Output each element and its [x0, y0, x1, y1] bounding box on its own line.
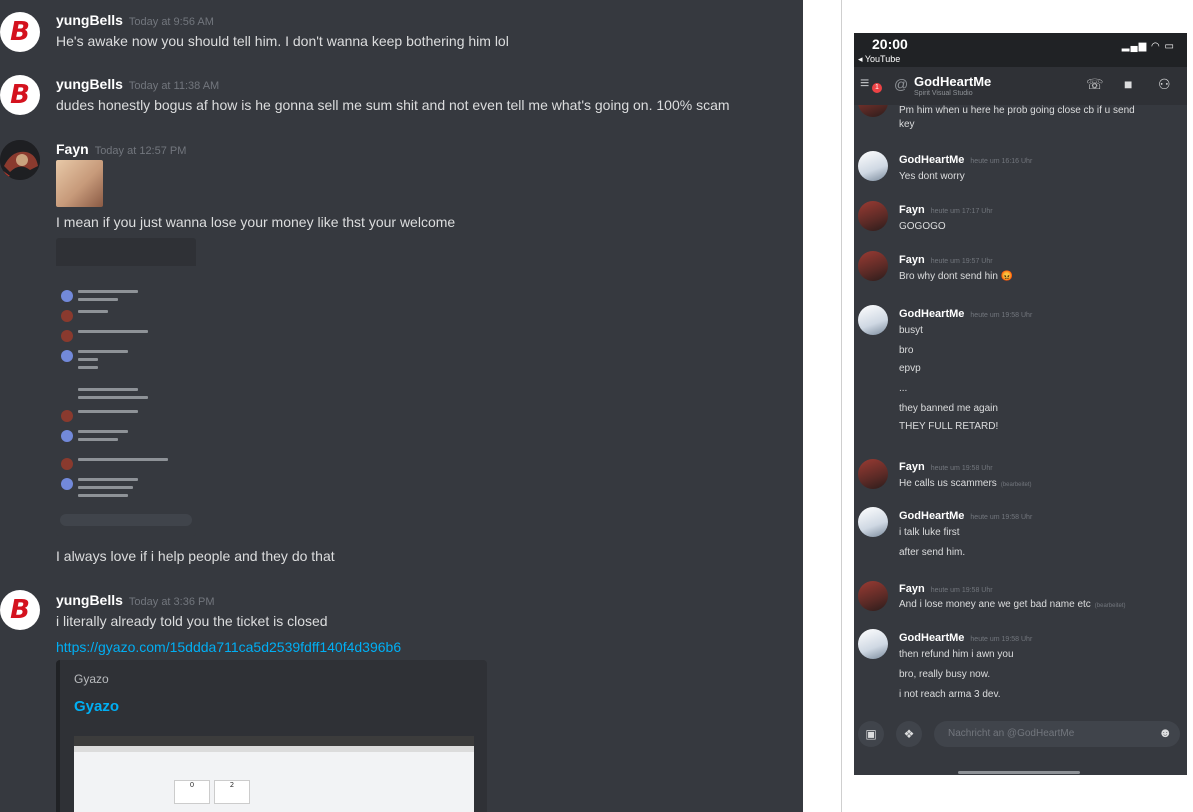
message-timestamp: heute um 19:58 Uhr	[970, 636, 1033, 643]
message-text: i literally already told you the ticket …	[56, 613, 328, 629]
message-text: Bro why dont send hin 😡	[899, 271, 1014, 282]
avatar[interactable]: B	[0, 75, 40, 115]
avatar[interactable]	[858, 201, 888, 231]
avatar[interactable]: B	[0, 12, 40, 52]
message-author[interactable]: GodHeartMe heute um 19:58 Uhr	[899, 308, 1032, 320]
avatar[interactable]	[858, 305, 888, 335]
message-text: epvp	[899, 363, 921, 374]
message-composer: ▣ ❖ Nachricht an @GodHeartMe ☻	[854, 717, 1187, 775]
message-author[interactable]: yungBells Today at 11:38 AM	[56, 76, 219, 92]
message-timestamp: Today at 9:56 AM	[128, 16, 214, 28]
message-timestamp: heute um 16:16 Uhr	[970, 158, 1033, 165]
bridgestone-logo-icon: B	[10, 80, 30, 110]
avatar[interactable]	[858, 151, 888, 181]
message-author[interactable]: Fayn heute um 19:58 Uhr	[899, 583, 993, 595]
message-timestamp: Today at 12:57 PM	[94, 145, 187, 157]
avatar[interactable]	[0, 140, 40, 180]
embed-image[interactable]: 0 2	[74, 736, 474, 812]
message-text: bro	[899, 345, 914, 356]
message-timestamp: heute um 19:58 Uhr	[970, 514, 1033, 521]
edited-label: (bearbeitet)	[1000, 482, 1032, 488]
input-placeholder: Nachricht an @GodHeartMe	[948, 728, 1075, 739]
message-text: And i lose money ane we get bad name etc…	[899, 599, 1126, 610]
channel-name[interactable]: GodHeartMe	[914, 74, 991, 89]
message-timestamp: heute um 19:57 Uhr	[930, 258, 993, 265]
message-text: then refund him i awn you	[899, 649, 1014, 660]
back-to-youtube[interactable]: ◂ YouTube	[858, 54, 900, 65]
avatar[interactable]	[858, 507, 888, 537]
message-timestamp: Today at 3:36 PM	[128, 596, 215, 608]
message-timestamp: Today at 11:38 AM	[128, 80, 220, 92]
message-text: dudes honestly bogus af how is he gonna …	[56, 97, 730, 113]
bridgestone-logo-icon: B	[10, 17, 30, 47]
message-text: after send him.	[899, 547, 966, 558]
message-text: I always love if i help people and they …	[56, 548, 335, 564]
message-author[interactable]: Fayn heute um 19:58 Uhr	[899, 461, 993, 473]
menu-icon[interactable]: ≡	[860, 75, 869, 93]
message-text: GOGOGO	[899, 221, 946, 232]
members-icon[interactable]: ⚇	[1158, 76, 1171, 93]
link-embed: Gyazo Gyazo 0 2	[56, 660, 487, 812]
message-author[interactable]: GodHeartMe heute um 19:58 Uhr	[899, 510, 1032, 522]
message-author[interactable]: Fayn heute um 19:57 Uhr	[899, 254, 993, 266]
embed-title[interactable]: Gyazo	[74, 698, 119, 715]
at-icon: @	[894, 76, 909, 92]
edited-label: (bearbeitet)	[1094, 603, 1126, 609]
message-timestamp: heute um 19:58 Uhr	[930, 587, 993, 594]
fayn-avatar-icon	[0, 140, 40, 180]
gyazo-link[interactable]: https://gyazo.com/15ddda711ca5d2539fdff1…	[56, 639, 401, 655]
message-text: bro, really busy now.	[899, 669, 991, 680]
avatar[interactable]	[858, 629, 888, 659]
message-author[interactable]: Fayn Today at 12:57 PM	[56, 141, 186, 157]
video-icon[interactable]: ■	[1124, 76, 1132, 92]
embed-card: 0	[174, 780, 210, 804]
notification-badge: 1	[872, 83, 882, 93]
message-author[interactable]: yungBells Today at 9:56 AM	[56, 12, 214, 28]
avatar[interactable]	[858, 251, 888, 281]
phone-screenshot: 20:00 ◂ YouTube ▂▄▆ ◠ ▭ ≡ 1 @ GodHeartMe…	[854, 33, 1187, 775]
message-author[interactable]: Fayn heute um 17:17 Uhr	[899, 204, 993, 216]
clock: 20:00	[872, 36, 908, 52]
embed-card: 2	[214, 780, 250, 804]
message-timestamp: heute um 19:58 Uhr	[930, 465, 993, 472]
message-timestamp: heute um 19:58 Uhr	[970, 312, 1033, 319]
channel-status: Spirit Visual Studio	[914, 90, 973, 97]
message-author[interactable]: yungBells Today at 3:36 PM	[56, 592, 215, 608]
message-text: ...	[899, 383, 908, 394]
message-text: He calls us scammers (bearbeitet)	[899, 478, 1032, 489]
embed-provider[interactable]: Gyazo	[74, 672, 109, 686]
message-text: I mean if you just wanna lose your money…	[56, 214, 456, 230]
avatar[interactable]	[858, 581, 888, 611]
message-text: Pm him when u here he prob going close c…	[899, 105, 1135, 116]
message-text: busyt	[899, 325, 923, 336]
message-text: i talk luke first	[899, 527, 960, 538]
chat-panel: B yungBells Today at 9:56 AM He's awake n…	[0, 0, 803, 812]
message-text: He's awake now you should tell him. I do…	[56, 33, 509, 49]
divider	[841, 0, 842, 812]
avatar[interactable]	[858, 459, 888, 489]
message-input[interactable]: Nachricht an @GodHeartMe ☻	[934, 721, 1180, 747]
bridgestone-logo-icon: B	[10, 595, 30, 625]
message-list: Pm him when u here he prob going close c…	[854, 105, 1187, 717]
message-text: key	[899, 119, 915, 130]
gift-icon[interactable]: ❖	[896, 721, 922, 747]
home-indicator	[958, 771, 1080, 774]
status-bar: 20:00 ◂ YouTube ▂▄▆ ◠ ▭	[854, 33, 1187, 67]
message-text: i not reach arma 3 dev.	[899, 689, 1001, 700]
face-image-attachment[interactable]	[56, 160, 103, 207]
image-upload-icon[interactable]: ▣	[858, 721, 884, 747]
message-timestamp: heute um 17:17 Uhr	[930, 208, 993, 215]
message-text: THEY FULL RETARD!	[899, 421, 999, 432]
message-author[interactable]: GodHeartMe heute um 19:58 Uhr	[899, 632, 1032, 644]
avatar[interactable]: B	[0, 590, 40, 630]
phone-screenshot-attachment[interactable]	[56, 238, 196, 536]
message-text: they banned me again	[899, 403, 998, 414]
emoji-icon[interactable]: ☻	[1158, 725, 1172, 740]
message-text: Yes dont worry	[899, 171, 965, 182]
signal-icon: ▂▄▆ ◠ ▭	[1121, 41, 1175, 52]
avatar[interactable]	[858, 105, 888, 117]
call-icon[interactable]: ☏	[1086, 76, 1104, 93]
message-author[interactable]: GodHeartMe heute um 16:16 Uhr	[899, 154, 1032, 166]
dm-header: ≡ 1 @ GodHeartMe Spirit Visual Studio ☏ …	[854, 67, 1187, 105]
